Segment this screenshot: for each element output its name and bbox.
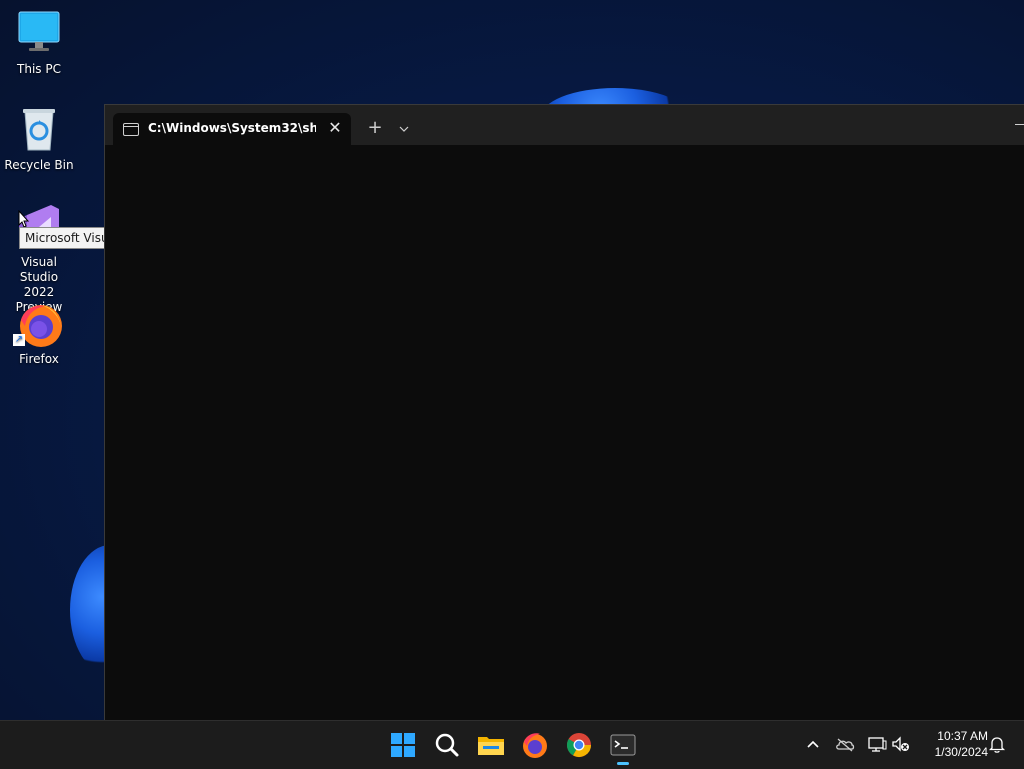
network-icon xyxy=(868,737,887,752)
title-bar[interactable]: C:\Windows\System32\shutdown.exe ✕ + xyxy=(105,105,1024,145)
onedrive-icon xyxy=(836,738,855,752)
shortcut-arrow-icon: ↗ xyxy=(13,334,25,346)
tab-dropdown-button[interactable] xyxy=(393,117,415,141)
desktop-icon-firefox[interactable]: ↗ Firefox xyxy=(2,300,76,367)
search-icon xyxy=(435,733,459,757)
file-explorer-button[interactable] xyxy=(475,729,507,761)
tab-title: C:\Windows\System32\shutdown.exe xyxy=(148,121,316,135)
recycle-bin-icon xyxy=(15,106,63,154)
notification-bell-icon xyxy=(988,737,1006,753)
chevron-up-icon xyxy=(807,740,819,748)
close-tab-icon[interactable]: ✕ xyxy=(325,118,345,138)
clock-date: 1/30/2024 xyxy=(934,745,988,759)
desktop-icon-label: Firefox xyxy=(19,352,59,366)
chrome-icon xyxy=(566,733,591,758)
monitor-icon xyxy=(15,10,63,58)
firefox-icon: ↗ xyxy=(13,300,63,348)
notifications-button[interactable] xyxy=(986,733,1008,755)
terminal-icon xyxy=(610,734,636,756)
terminal-window[interactable]: C:\Windows\System32\shutdown.exe ✕ + xyxy=(104,104,1024,721)
search-button[interactable] xyxy=(431,729,463,761)
clock-time: 10:37 AM xyxy=(937,729,988,743)
tab-shutdown[interactable]: C:\Windows\System32\shutdown.exe ✕ xyxy=(113,113,351,145)
firefox-icon xyxy=(523,733,547,758)
console-icon xyxy=(123,123,139,136)
desktop-icon-label-line1: Visual Studio xyxy=(19,255,59,284)
desktop-icon-this-pc[interactable]: This PC xyxy=(2,10,76,77)
new-tab-button[interactable]: + xyxy=(363,117,387,141)
chrome-taskbar-button[interactable] xyxy=(563,729,595,761)
terminal-taskbar-button[interactable] xyxy=(607,729,639,761)
desktop-icon-visual-studio[interactable]: Visual Studio 2022 Preview xyxy=(2,203,76,315)
start-button[interactable] xyxy=(387,729,419,761)
mouse-cursor-icon xyxy=(18,210,30,228)
active-app-indicator xyxy=(617,762,629,765)
firefox-taskbar-button[interactable] xyxy=(519,729,551,761)
network-button[interactable] xyxy=(866,733,888,755)
clock[interactable]: 10:37 AM 1/30/2024 xyxy=(918,728,988,760)
volume-muted-icon xyxy=(892,736,909,752)
desktop-icon-recycle-bin[interactable]: Recycle Bin xyxy=(2,106,76,173)
start-icon xyxy=(391,733,415,757)
chevron-down-icon xyxy=(399,126,409,132)
show-hidden-icons-button[interactable] xyxy=(802,733,824,755)
desktop-icon-label: This PC xyxy=(17,62,61,76)
taskbar: 10:37 AM 1/30/2024 xyxy=(0,720,1024,769)
minimize-button[interactable] xyxy=(1011,113,1024,137)
desktop-icon-label: Recycle Bin xyxy=(4,158,74,172)
volume-button[interactable] xyxy=(890,733,912,755)
file-explorer-icon xyxy=(478,737,504,755)
terminal-content[interactable] xyxy=(105,145,1024,721)
onedrive-button[interactable] xyxy=(834,733,856,755)
